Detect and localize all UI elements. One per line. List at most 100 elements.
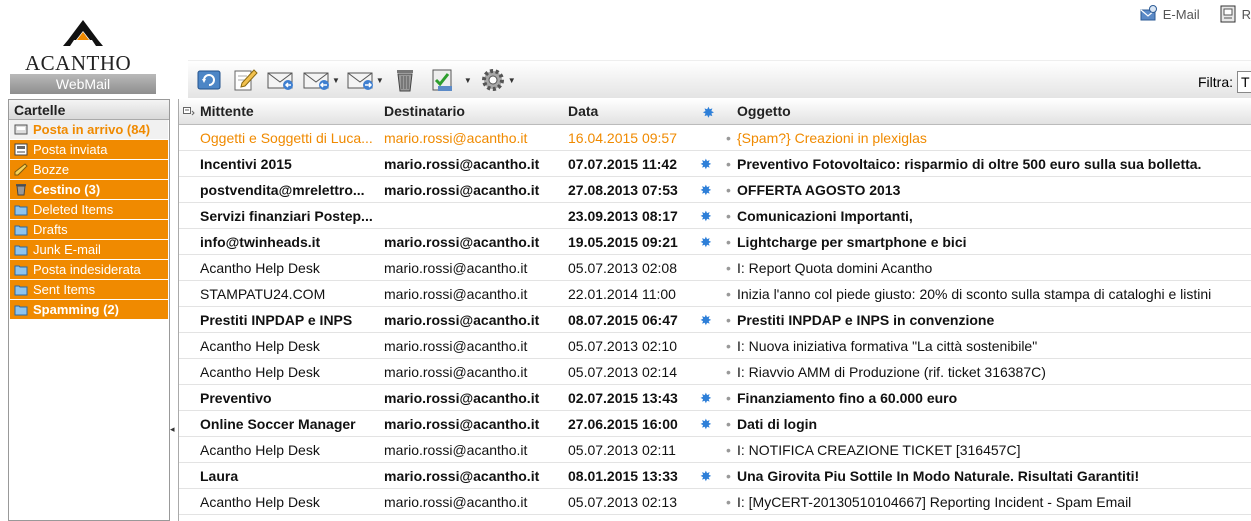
table-row[interactable]: STAMPATU24.COM mario.rossi@acantho.it 22… <box>179 281 1251 307</box>
filter: Filtra: T <box>1198 71 1251 93</box>
message-to: mario.rossi@acantho.it <box>384 156 540 172</box>
folder-drafts[interactable]: Drafts <box>10 220 168 240</box>
table-row[interactable]: Acantho Help Desk mario.rossi@acantho.it… <box>179 333 1251 359</box>
top-links: E-Mail R <box>1139 4 1251 24</box>
message-subject: I: Riavvio AMM di Produzione (rif. ticke… <box>737 364 1046 380</box>
toolbar: ▼ ▼ ▼ ▼ Filtra: T <box>188 60 1251 98</box>
folder-spamming[interactable]: Spamming (2) <box>10 300 168 320</box>
mark-spam-button[interactable] <box>426 65 464 95</box>
forward-dropdown-icon[interactable]: ▼ <box>376 76 384 85</box>
table-row[interactable]: Acantho Help Desk mario.rossi@acantho.it… <box>179 437 1251 463</box>
refresh-button[interactable] <box>194 65 224 95</box>
message-subject: I: Report Quota domini Acantho <box>737 260 933 276</box>
table-row[interactable]: Preventivo mario.rossi@acantho.it 02.07.… <box>179 385 1251 411</box>
folder-icon <box>14 205 28 216</box>
folder-label: Deleted Items <box>33 202 114 217</box>
unread-star-icon[interactable]: ✸ <box>700 234 718 251</box>
folder-sent[interactable]: Posta inviata <box>10 140 168 160</box>
status-dot-icon: • <box>726 494 731 510</box>
folder-icon <box>14 245 28 256</box>
reply-all-dropdown-icon[interactable]: ▼ <box>332 76 340 85</box>
email-link-label: E-Mail <box>1162 6 1200 22</box>
table-row[interactable]: postvendita@mrelettro... mario.rossi@aca… <box>179 177 1251 203</box>
unread-star-icon[interactable]: ✸ <box>700 468 718 485</box>
folder-label: Bozze <box>33 162 70 177</box>
address-book-link[interactable]: R <box>1218 4 1251 24</box>
logo: ACANTHO WebMail <box>8 18 158 96</box>
reply-button[interactable] <box>266 65 296 95</box>
message-from: STAMPATU24.COM <box>200 286 326 302</box>
folder-icon <box>14 265 28 276</box>
message-to: mario.rossi@acantho.it <box>384 468 540 484</box>
table-row[interactable]: Incentivi 2015 mario.rossi@acantho.it 07… <box>179 151 1251 177</box>
message-date: 19.05.2015 09:21 <box>568 234 678 250</box>
column-header-from[interactable]: Mittente <box>200 103 254 119</box>
settings-dropdown-icon[interactable]: ▼ <box>508 76 516 85</box>
collapse-sidebar-icon[interactable]: ◂ <box>170 424 175 435</box>
folder-label: Junk E-mail <box>33 242 101 257</box>
settings-button[interactable] <box>478 65 508 95</box>
table-row[interactable]: Acantho Help Desk mario.rossi@acantho.it… <box>179 489 1251 515</box>
folder-sent-items[interactable]: Sent Items <box>10 280 168 300</box>
unread-star-icon[interactable]: ✸ <box>700 156 718 173</box>
unread-star-icon[interactable]: ✸ <box>700 312 718 329</box>
column-header-subject[interactable]: Oggetto <box>737 103 791 119</box>
message-date: 16.04.2015 09:57 <box>568 130 677 146</box>
table-row[interactable]: Servizi finanziari Postep... 23.09.2013 … <box>179 203 1251 229</box>
compose-button[interactable] <box>230 65 260 95</box>
message-date: 05.07.2013 02:14 <box>568 364 677 380</box>
drafts-icon <box>14 163 28 176</box>
message-to: mario.rossi@acantho.it <box>384 442 528 458</box>
message-subject: Prestiti INPDAP e INPS in convenzione <box>737 312 995 328</box>
sent-icon <box>14 143 28 156</box>
folder-drafts-bozze[interactable]: Bozze <box>10 160 168 180</box>
table-row[interactable]: Online Soccer Manager mario.rossi@acanth… <box>179 411 1251 437</box>
filter-label: Filtra: <box>1198 74 1233 90</box>
table-row[interactable]: Acantho Help Desk mario.rossi@acantho.it… <box>179 359 1251 385</box>
folder-icon <box>14 285 28 296</box>
unread-star-icon[interactable]: ✸ <box>700 416 718 433</box>
table-row[interactable]: info@twinheads.it mario.rossi@acantho.it… <box>179 229 1251 255</box>
thread-toggle-icon[interactable] <box>183 107 195 117</box>
message-date: 23.09.2013 08:17 <box>568 208 678 224</box>
filter-select[interactable]: T <box>1237 71 1251 93</box>
folder-trash[interactable]: Cestino (3) <box>10 180 168 200</box>
column-header-to[interactable]: Destinatario <box>384 103 465 119</box>
folder-label: Posta inviata <box>33 142 108 157</box>
message-subject: Una Girovita Piu Sottile In Modo Natural… <box>737 468 1140 484</box>
reply-icon <box>267 72 293 90</box>
email-link[interactable]: E-Mail <box>1139 4 1200 24</box>
table-row[interactable]: Oggetti e Soggetti di Luca... mario.ross… <box>179 125 1251 151</box>
table-row[interactable]: Laura mario.rossi@acantho.it 08.01.2015 … <box>179 463 1251 489</box>
brand-subtitle: WebMail <box>10 74 156 94</box>
folder-label: Posta in arrivo (84) <box>33 122 151 137</box>
folder-label: Spamming (2) <box>33 302 119 317</box>
folder-label: Drafts <box>33 222 68 237</box>
delete-button[interactable] <box>390 65 420 95</box>
status-dot-icon: • <box>726 312 731 328</box>
folder-label: Cestino (3) <box>33 182 101 197</box>
inbox-icon <box>14 124 28 135</box>
spam-icon <box>432 69 452 91</box>
message-date: 08.01.2015 13:33 <box>568 468 678 484</box>
unread-star-icon[interactable]: ✸ <box>700 182 718 199</box>
unread-star-icon[interactable]: ✸ <box>700 208 718 225</box>
flag-column-icon[interactable]: ✸ <box>703 105 714 121</box>
status-dot-icon: • <box>726 234 731 250</box>
column-header-date[interactable]: Data <box>568 103 598 119</box>
message-date: 07.07.2015 11:42 <box>568 156 677 172</box>
folder-inbox[interactable]: Posta in arrivo (84) <box>10 120 168 140</box>
folder-junk-email[interactable]: Junk E-mail <box>10 240 168 260</box>
status-dot-icon: • <box>726 182 731 198</box>
refresh-icon <box>197 70 221 90</box>
spam-dropdown-icon[interactable]: ▼ <box>464 76 472 85</box>
table-row[interactable]: Acantho Help Desk mario.rossi@acantho.it… <box>179 255 1251 281</box>
reply-all-button[interactable] <box>302 65 332 95</box>
folder-deleted-items[interactable]: Deleted Items <box>10 200 168 220</box>
status-dot-icon: • <box>726 364 731 380</box>
folder-posta-indesiderata[interactable]: Posta indesiderata <box>10 260 168 280</box>
table-row[interactable]: Prestiti INPDAP e INPS mario.rossi@acant… <box>179 307 1251 333</box>
message-from: Acantho Help Desk <box>200 364 320 380</box>
forward-button[interactable] <box>346 65 376 95</box>
unread-star-icon[interactable]: ✸ <box>700 390 718 407</box>
